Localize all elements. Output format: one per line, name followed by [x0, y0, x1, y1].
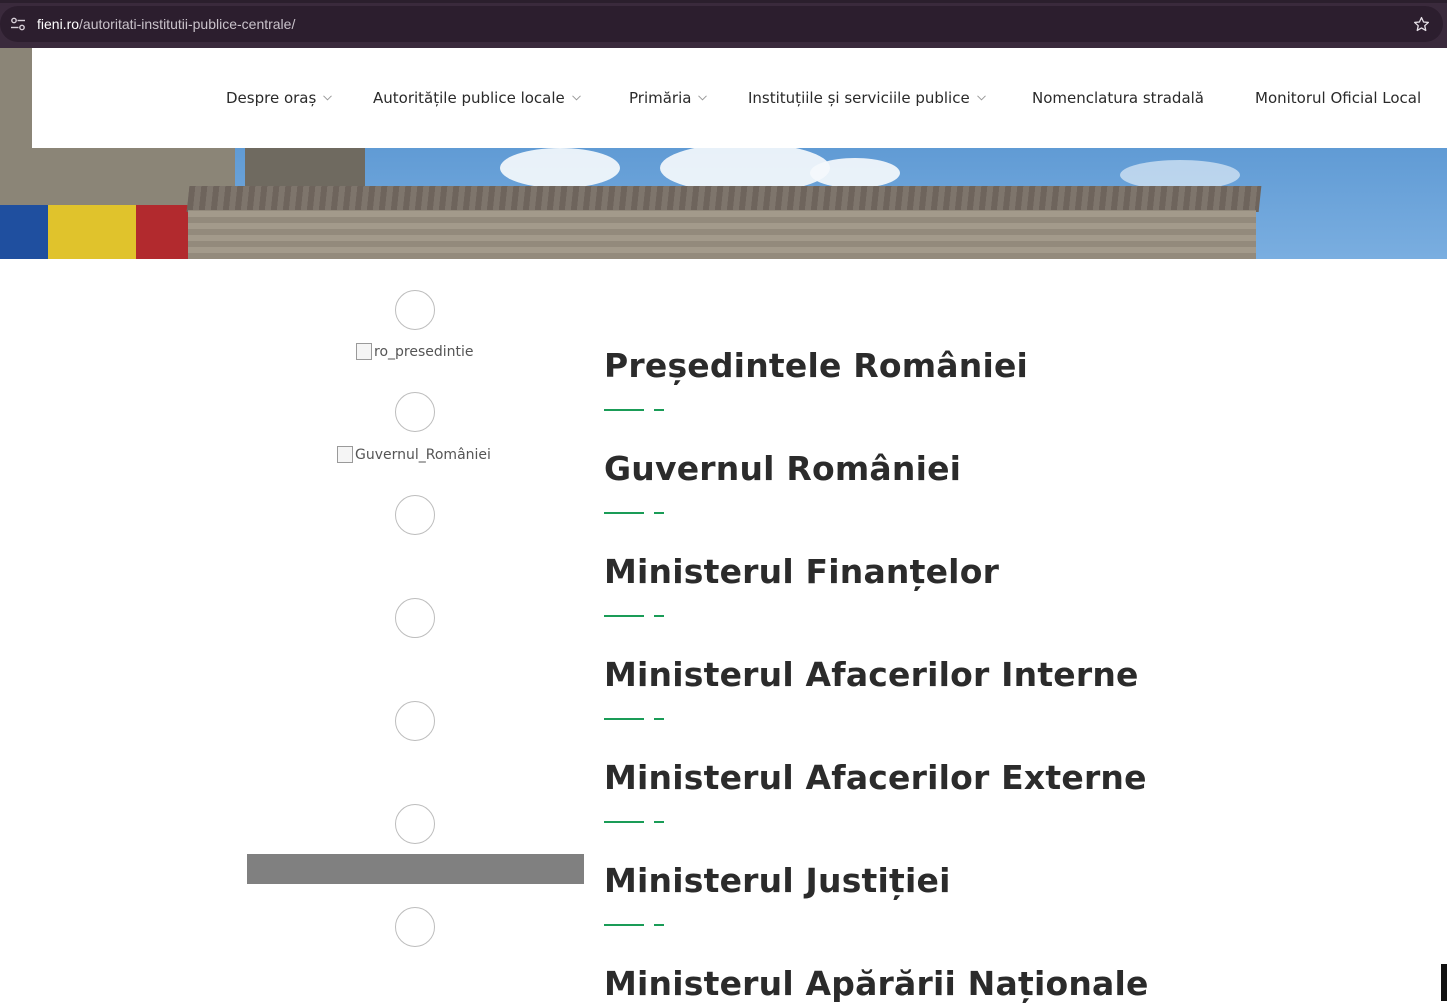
nav-item-label: Despre oraș — [226, 89, 317, 107]
chevron-down-icon — [571, 95, 581, 101]
chevron-down-icon — [323, 95, 333, 101]
logo-placeholder-circle[interactable] — [395, 701, 435, 741]
site-header: Despre oraș Autoritățile publice locale … — [32, 48, 1447, 148]
main-nav: Despre oraș Autoritățile publice locale … — [32, 86, 1447, 110]
logo-alt-text: ro_presedintie — [374, 343, 474, 360]
institution-title[interactable]: Președintele României — [604, 346, 1028, 385]
browser-toolbar: fieni.ro/autoritati-institutii-publice-c… — [0, 0, 1447, 48]
chevron-down-icon — [976, 95, 986, 101]
nav-item-label: Monitorul Oficial Local — [1255, 89, 1422, 107]
nav-item-primaria[interactable]: Primăria — [629, 86, 708, 110]
url-text[interactable]: fieni.ro/autoritati-institutii-publice-c… — [37, 15, 295, 33]
institution-title[interactable]: Guvernul României — [604, 449, 961, 488]
institution-title[interactable]: Ministerul Justiției — [604, 861, 951, 900]
chevron-down-icon — [698, 95, 708, 101]
nav-item-institutii-servicii[interactable]: Instituțiile și serviciile publice — [748, 86, 986, 110]
logo-placeholder-circle[interactable] — [395, 907, 435, 947]
nav-item-monitorul[interactable]: Monitorul Oficial Local — [1255, 86, 1421, 110]
broken-image-icon — [337, 446, 353, 463]
institution-title[interactable]: Ministerul Finanțelor — [604, 552, 999, 591]
institution-title[interactable]: Ministerul Apărării Naționale — [604, 964, 1149, 1003]
tab-strip-edge — [0, 0, 1447, 3]
nav-item-label: Primăria — [629, 89, 692, 107]
scrollbar-thumb[interactable] — [1441, 964, 1447, 1001]
logo-placeholder-circle[interactable] — [395, 495, 435, 535]
address-bar[interactable]: fieni.ro/autoritati-institutii-publice-c… — [0, 6, 1443, 42]
url-path: /autoritati-institutii-publice-centrale/ — [79, 16, 296, 32]
logo-placeholder-circle[interactable] — [395, 392, 435, 432]
nav-item-despre-oras[interactable]: Despre oraș — [226, 86, 333, 110]
url-host: fieni.ro — [37, 16, 80, 32]
nav-item-label: Autoritățile publice locale — [373, 89, 565, 107]
institution-title[interactable]: Ministerul Afacerilor Externe — [604, 758, 1147, 797]
institution-title[interactable]: Ministerul Afacerilor Interne — [604, 655, 1139, 694]
logo-placeholder-circle[interactable] — [395, 598, 435, 638]
nav-item-nomenclatura[interactable]: Nomenclatura stradală — [1032, 86, 1204, 110]
logo-image-placeholder — [247, 854, 584, 884]
logo-placeholder-circle[interactable] — [395, 804, 435, 844]
nav-item-autoritati-locale[interactable]: Autoritățile publice locale — [373, 86, 581, 110]
nav-item-label: Instituțiile și serviciile publice — [748, 89, 970, 107]
logo-presedintie-broken-image[interactable]: ro_presedintie — [356, 343, 474, 360]
tune-icon[interactable] — [10, 17, 26, 31]
logo-guvern-broken-image[interactable]: Guvernul_României — [337, 446, 491, 463]
logo-placeholder-circle[interactable] — [395, 290, 435, 330]
broken-image-icon — [356, 343, 372, 360]
nav-item-label: Nomenclatura stradală — [1032, 89, 1204, 107]
logo-alt-text: Guvernul_României — [355, 446, 491, 463]
star-icon[interactable] — [1412, 15, 1431, 34]
